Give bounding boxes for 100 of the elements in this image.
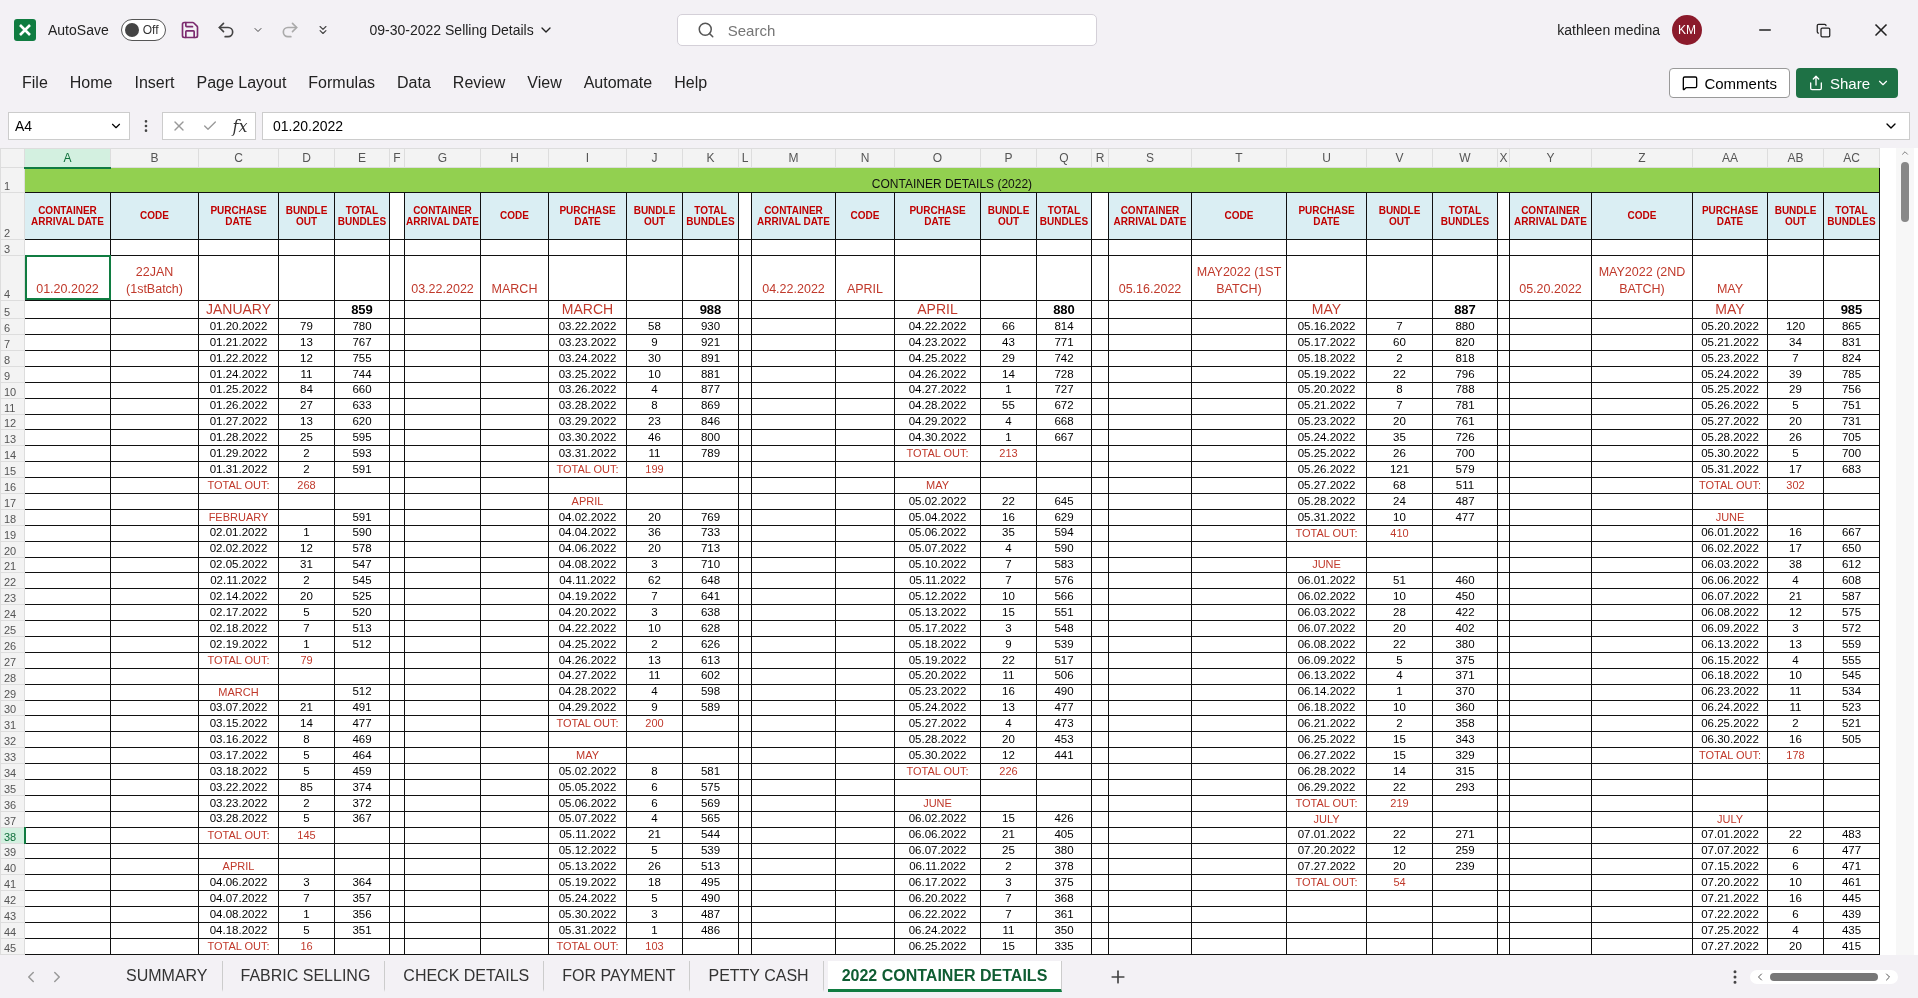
horizontal-scrollbar[interactable] bbox=[1750, 969, 1898, 984]
table-cell: 513 bbox=[682, 858, 739, 875]
table-cell: 374 bbox=[334, 779, 390, 796]
table-cell: 8 bbox=[278, 731, 335, 748]
ribbon-tab[interactable]: Insert bbox=[126, 70, 183, 96]
ribbon-tab[interactable]: View bbox=[519, 70, 570, 96]
table-cell: 789 bbox=[682, 445, 739, 462]
table-cell: 426 bbox=[1036, 811, 1092, 828]
ribbon-tab[interactable]: File bbox=[14, 70, 56, 96]
column-header[interactable]: M bbox=[751, 148, 836, 168]
table-cell: 62 bbox=[626, 572, 683, 589]
column-header[interactable]: K bbox=[682, 148, 739, 168]
column-header[interactable]: AA bbox=[1692, 148, 1768, 168]
sheet-tab[interactable]: FOR PAYMENT bbox=[548, 961, 691, 992]
scroll-up-icon[interactable] bbox=[1900, 148, 1910, 158]
ribbon-tab[interactable]: Data bbox=[389, 70, 439, 96]
app-logo-icon[interactable] bbox=[14, 19, 36, 41]
column-header[interactable]: Y bbox=[1509, 148, 1592, 168]
column-header[interactable]: AC bbox=[1823, 148, 1880, 168]
table-cell: TOTAL OUT: bbox=[1286, 874, 1367, 891]
table-cell: 756 bbox=[1823, 382, 1880, 399]
column-header[interactable]: AB bbox=[1767, 148, 1824, 168]
column-header[interactable]: B bbox=[110, 148, 199, 168]
ribbon-tab[interactable]: Automate bbox=[575, 70, 661, 96]
vertical-scrollbar[interactable] bbox=[1896, 148, 1914, 955]
ribbon-tab[interactable]: Page Layout bbox=[188, 70, 295, 96]
table-cell: 03.18.2022 bbox=[198, 763, 279, 780]
ribbon-tab[interactable]: Home bbox=[61, 70, 121, 96]
table-cell: 03.31.2022 bbox=[548, 445, 627, 462]
table-cell: 4 bbox=[980, 541, 1037, 558]
table-cell: 505 bbox=[1823, 731, 1880, 748]
column-header[interactable]: N bbox=[835, 148, 895, 168]
table-cell: 517 bbox=[1036, 652, 1092, 669]
column-header[interactable]: C bbox=[198, 148, 279, 168]
table-cell: 05.28.2022 bbox=[894, 731, 981, 748]
table-cell: 20 bbox=[1767, 414, 1824, 430]
column-header[interactable]: J bbox=[626, 148, 683, 168]
table-cell: 572 bbox=[1823, 620, 1880, 637]
table-cell: 07.21.2022 bbox=[1692, 890, 1768, 907]
column-heading: CONTAINER ARRIVAL DATE bbox=[1509, 192, 1592, 240]
table-cell: 05.19.2022 bbox=[894, 652, 981, 669]
table-cell: 02.01.2022 bbox=[198, 525, 279, 542]
table-cell: 755 bbox=[334, 350, 390, 367]
ribbon-tab[interactable]: Review bbox=[444, 70, 514, 96]
autosave-toggle[interactable]: Off bbox=[120, 19, 166, 41]
table-cell: 03.30.2022 bbox=[548, 429, 627, 446]
sheet-tab[interactable]: PETTY CASH bbox=[694, 961, 824, 992]
column-header[interactable]: Z bbox=[1591, 148, 1693, 168]
table-cell: 7 bbox=[278, 620, 335, 637]
table-cell: 360 bbox=[1432, 700, 1498, 716]
scrollbar-thumb[interactable] bbox=[1770, 972, 1878, 981]
user-avatar[interactable]: KM bbox=[1672, 15, 1702, 45]
table-cell: 06.09.2022 bbox=[1286, 652, 1367, 669]
row-header[interactable]: 2 bbox=[0, 192, 25, 240]
column-heading: CONTAINER ARRIVAL DATE bbox=[751, 192, 836, 240]
column-header[interactable]: D bbox=[278, 148, 335, 168]
column-header[interactable]: V bbox=[1366, 148, 1433, 168]
document-title[interactable]: 09-30-2022 Selling Details bbox=[363, 21, 560, 39]
table-cell: 11 bbox=[1767, 700, 1824, 716]
formula-input[interactable]: 01.20.2022 bbox=[262, 112, 1910, 140]
sheet-tab[interactable]: SUMMARY bbox=[112, 961, 223, 992]
column-header[interactable]: E bbox=[334, 148, 390, 168]
table-cell: 921 bbox=[682, 334, 739, 351]
sheet-tab[interactable]: 2022 CONTAINER DETAILS bbox=[827, 961, 1063, 992]
scrollbar-thumb[interactable] bbox=[1901, 162, 1909, 222]
column-header[interactable]: T bbox=[1191, 148, 1287, 168]
comments-button[interactable]: Comments bbox=[1669, 68, 1790, 98]
table-cell: 435 bbox=[1823, 922, 1880, 939]
column-header[interactable]: H bbox=[480, 148, 549, 168]
table-cell: 576 bbox=[1036, 572, 1092, 589]
column-header[interactable]: G bbox=[404, 148, 481, 168]
column-header[interactable]: S bbox=[1108, 148, 1192, 168]
sheet-tab[interactable]: CHECK DETAILS bbox=[389, 961, 545, 992]
table-cell: 04.22.2022 bbox=[751, 255, 836, 301]
column-header[interactable]: U bbox=[1286, 148, 1367, 168]
ribbon-tab[interactable]: Help bbox=[666, 70, 716, 96]
table-cell: 728 bbox=[1036, 366, 1092, 383]
share-button[interactable]: Share bbox=[1795, 68, 1898, 98]
column-header[interactable]: P bbox=[980, 148, 1037, 168]
table-cell: 06.15.2022 bbox=[1692, 652, 1768, 669]
table-cell: 767 bbox=[334, 334, 390, 351]
column-header[interactable]: Q bbox=[1036, 148, 1092, 168]
column-header[interactable]: O bbox=[894, 148, 981, 168]
table-cell: 487 bbox=[682, 906, 739, 923]
column-header[interactable]: A bbox=[24, 148, 111, 168]
function-button[interactable]: fx bbox=[232, 116, 248, 136]
table-cell: 477 bbox=[334, 715, 390, 732]
table-cell: 13 bbox=[980, 700, 1037, 716]
name-box[interactable]: A4 bbox=[8, 112, 130, 140]
sheet-tab[interactable]: FABRIC SELLING bbox=[226, 961, 386, 992]
row-header[interactable]: 4 bbox=[0, 255, 25, 301]
column-header[interactable]: W bbox=[1432, 148, 1498, 168]
table-cell: 04.29.2022 bbox=[894, 414, 981, 430]
table-cell: 14 bbox=[1366, 763, 1433, 780]
ribbon-tab[interactable]: Formulas bbox=[300, 70, 384, 96]
row-header[interactable]: 1 bbox=[0, 167, 25, 193]
column-header[interactable]: I bbox=[548, 148, 627, 168]
table-cell: 04.19.2022 bbox=[548, 588, 627, 605]
table-cell: TOTAL OUT: bbox=[548, 938, 627, 955]
search-field[interactable]: Search bbox=[676, 14, 1097, 46]
